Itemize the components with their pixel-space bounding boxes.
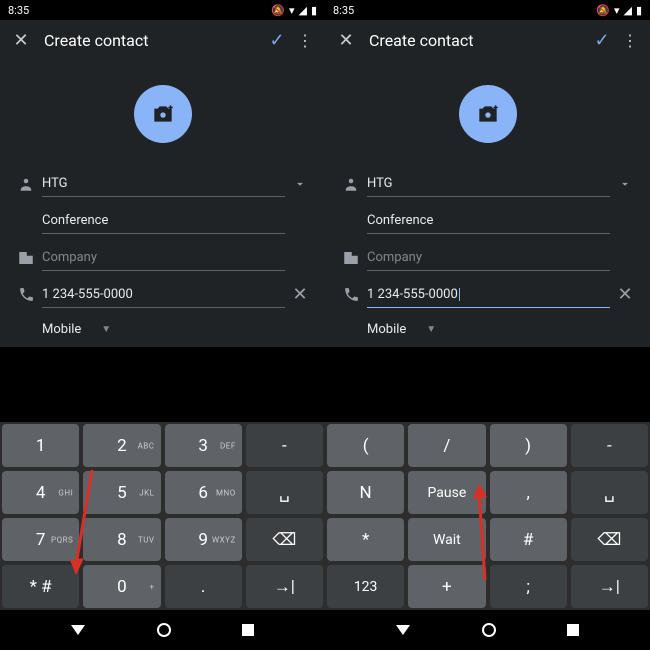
nav-bar [0,610,325,650]
signal-icon: ◢ [298,4,306,17]
keypad-symbols: ( / ) - N Pause , ␣ * Wait # ⌫ [325,422,650,610]
phone-input[interactable]: 1 234-555-0000 [42,281,285,308]
wifi-icon: ▾ [289,4,295,17]
battery-icon: ▮ [311,4,317,17]
key-dash[interactable]: - [246,424,323,467]
key-1[interactable]: 1 [2,424,79,467]
key-pause[interactable]: Pause [408,471,485,514]
add-photo-button[interactable] [0,70,325,168]
key-comma[interactable]: , [490,471,567,514]
nav-home-icon[interactable] [482,623,496,637]
key-star[interactable]: * [327,518,404,561]
key-2[interactable]: 2ABC [83,424,160,467]
key-dot[interactable]: . [165,565,242,608]
status-bar: 8:35 🔕 ▾◢ ▮ [0,0,325,20]
key-5[interactable]: 5JKL [83,471,160,514]
app-bar: ✕ Create contact ✓ ⋮ [0,20,325,60]
key-backspace[interactable]: ⌫ [571,518,648,561]
phone-input[interactable]: 1 234-555-0000 [367,281,610,308]
key-0[interactable]: 0+ [83,565,160,608]
signal-icon: ◢ [623,4,631,17]
key-space[interactable]: ␣ [571,471,648,514]
key-9[interactable]: 9WXYZ [165,518,242,561]
key-slash[interactable]: / [408,424,485,467]
phone-type-label: Mobile [367,322,406,337]
keypad-numeric: 1 2ABC 3DEF - 4GHI 5JKL 6MNO ␣ 7PQRS 8TU… [0,422,325,610]
key-enter[interactable]: →| [246,565,323,608]
phone-type-spinner[interactable]: Mobile ▼ [42,322,111,337]
nav-recents-icon[interactable] [567,624,579,636]
key-hash[interactable]: # [490,518,567,561]
camera-plus-icon [475,101,501,127]
last-name-input[interactable]: Conference [42,207,285,234]
key-8[interactable]: 8TUV [83,518,160,561]
company-icon [10,249,42,267]
key-4[interactable]: 4GHI [2,471,79,514]
key-lparen[interactable]: ( [327,424,404,467]
key-wait[interactable]: Wait [408,518,485,561]
nav-back-icon[interactable] [71,625,85,635]
key-plus[interactable]: + [408,565,485,608]
dnd-off-icon: 🔕 [596,4,610,17]
company-icon [335,249,367,267]
expand-name-icon[interactable] [610,177,640,191]
save-button[interactable]: ✓ [590,30,614,51]
key-sym[interactable]: * # [2,565,79,608]
expand-name-icon[interactable] [285,177,315,191]
close-icon[interactable]: ✕ [335,29,357,51]
page-title: Create contact [32,31,265,50]
key-rparen[interactable]: ) [490,424,567,467]
person-icon [335,175,367,193]
key-space[interactable]: ␣ [246,471,323,514]
key-3[interactable]: 3DEF [165,424,242,467]
add-photo-button[interactable] [325,70,650,168]
key-backspace[interactable]: ⌫ [246,518,323,561]
key-123[interactable]: 123 [327,565,404,608]
save-button[interactable]: ✓ [265,30,289,51]
clock-text: 8:35 [333,4,354,17]
nav-bar [325,610,650,650]
close-icon[interactable]: ✕ [10,29,32,51]
phone-type-spinner[interactable]: Mobile ▼ [367,322,436,337]
phone-icon [10,286,42,303]
wifi-icon: ▾ [614,4,620,17]
person-icon [10,175,42,193]
more-icon[interactable]: ⋮ [295,31,315,50]
camera-plus-icon [150,101,176,127]
more-icon[interactable]: ⋮ [620,31,640,50]
clock-text: 8:35 [8,4,29,17]
nav-back-icon[interactable] [396,625,410,635]
battery-icon: ▮ [636,4,642,17]
phone-type-label: Mobile [42,322,81,337]
dnd-off-icon: 🔕 [271,4,285,17]
nav-home-icon[interactable] [157,623,171,637]
first-name-input[interactable]: HTG [42,170,285,197]
status-icons: 🔕 ▾◢ ▮ [271,4,317,17]
key-7[interactable]: 7PQRS [2,518,79,561]
key-enter[interactable]: →| [571,565,648,608]
nav-recents-icon[interactable] [242,624,254,636]
key-semicolon[interactable]: ; [490,565,567,608]
company-input[interactable]: Company [42,244,285,271]
dropdown-arrow-icon: ▼ [426,324,436,335]
phone-icon [335,286,367,303]
clear-phone-icon[interactable]: ✕ [285,284,315,305]
status-bar: 8:35 🔕 ▾◢ ▮ [325,0,650,20]
clear-phone-icon[interactable]: ✕ [610,284,640,305]
key-dash[interactable]: - [571,424,648,467]
dropdown-arrow-icon: ▼ [101,324,111,335]
status-icons: 🔕 ▾◢ ▮ [596,4,642,17]
company-input[interactable]: Company [367,244,610,271]
page-title: Create contact [357,31,590,50]
key-n[interactable]: N [327,471,404,514]
first-name-input[interactable]: HTG [367,170,610,197]
last-name-input[interactable]: Conference [367,207,610,234]
key-6[interactable]: 6MNO [165,471,242,514]
app-bar: ✕ Create contact ✓ ⋮ [325,20,650,60]
